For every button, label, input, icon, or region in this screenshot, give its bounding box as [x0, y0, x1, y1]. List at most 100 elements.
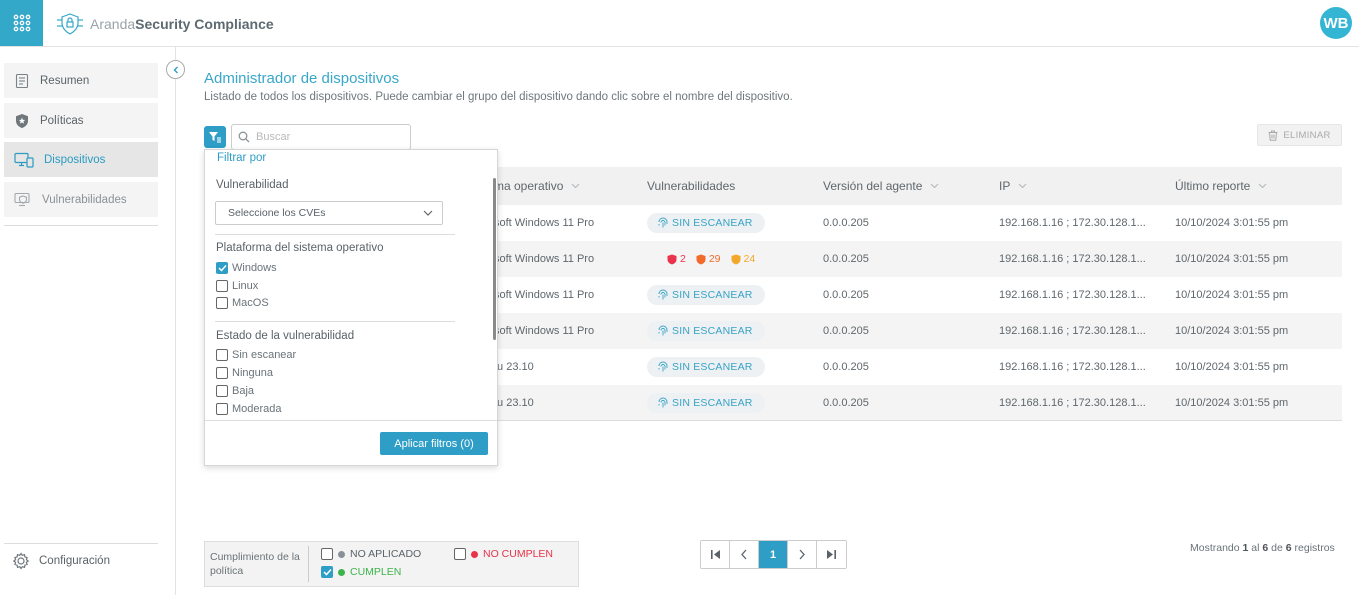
cve-select[interactable]: Seleccione los CVEs	[215, 201, 443, 225]
app-launcher-button[interactable]	[0, 0, 43, 46]
sidebar-item-vulnerabilidades[interactable]: Vulnerabilidades	[4, 182, 158, 217]
records-to: 6	[1262, 542, 1269, 554]
legend-no-cumplen[interactable]: NO CUMPLEN	[454, 548, 553, 560]
vuln-cell: SIN ESCANEAR	[647, 277, 765, 313]
checkbox[interactable]	[454, 548, 466, 560]
logo-icon	[57, 13, 83, 35]
agent-cell: 0.0.0.205	[823, 253, 869, 265]
column-header-last-report[interactable]: Último reporte	[1175, 167, 1267, 205]
config-divider	[4, 543, 158, 544]
platform-linux-checkbox[interactable]: Linux	[216, 280, 258, 292]
checkbox[interactable]	[216, 349, 228, 361]
status-dot	[471, 550, 478, 558]
report-cell: 10/10/2024 3:01:55 pm	[1175, 253, 1289, 265]
checkbox[interactable]	[216, 262, 228, 274]
trash-icon	[1268, 130, 1278, 141]
badge-label: SIN ESCANEAR	[672, 289, 753, 301]
fingerprint-icon	[658, 361, 668, 372]
pagination: 1	[700, 540, 847, 569]
delete-button[interactable]: ELIMINAR	[1257, 124, 1342, 146]
config-link[interactable]: Configuración	[12, 552, 110, 570]
legend-label: Cumplimiento de la política	[210, 551, 300, 577]
status-dot	[338, 550, 345, 558]
brand-logo: ArandaSecurity Compliance	[56, 11, 274, 37]
status-badge: SIN ESCANEAR	[647, 285, 765, 305]
agent-cell: 0.0.0.205	[823, 217, 869, 229]
apply-filters-button[interactable]: Aplicar filtros (0)	[380, 432, 488, 455]
checkbox-label: Baja	[232, 385, 255, 397]
state-ninguna-checkbox[interactable]: Ninguna	[216, 367, 273, 379]
report-cell: 10/10/2024 3:01:55 pm	[1175, 289, 1289, 301]
checkbox-label: Moderada	[232, 403, 282, 415]
checkbox-label: Windows	[232, 262, 277, 274]
legend-no-aplicado[interactable]: NO APLICADO	[321, 548, 421, 560]
collapse-sidebar-button[interactable]	[166, 60, 185, 79]
status-badge: SIN ESCANEAR	[647, 213, 765, 233]
section-divider	[215, 321, 455, 322]
state-moderada-checkbox[interactable]: Moderada	[216, 403, 282, 415]
column-header-vulnerabilidades: Vulnerabilidades	[647, 167, 735, 205]
os-cell: tu 23.10	[494, 361, 534, 373]
os-cell: soft Windows 11 Pro	[494, 253, 595, 265]
legend-cumplen[interactable]: CUMPLEN	[321, 566, 401, 578]
search-input[interactable]	[256, 131, 396, 143]
high-value: 29	[708, 253, 721, 265]
platform-macos-checkbox[interactable]: MacOS	[216, 297, 269, 309]
brand-name-bold: Security Compliance	[135, 16, 274, 32]
agent-cell: 0.0.0.205	[823, 325, 869, 337]
brand-name-light: Aranda	[90, 16, 136, 32]
checkbox[interactable]	[321, 548, 333, 560]
badge-label: SIN ESCANEAR	[672, 361, 753, 373]
checkbox[interactable]	[216, 367, 228, 379]
first-page-button[interactable]	[701, 541, 730, 568]
ip-cell: 192.168.1.16 ; 172.30.128.1...	[999, 397, 1146, 409]
sidebar-item-label: Resumen	[40, 74, 90, 87]
column-label: IP	[999, 179, 1011, 193]
column-header-agent-version[interactable]: Versión del agente	[823, 167, 939, 205]
ip-cell: 192.168.1.16 ; 172.30.128.1...	[999, 289, 1146, 301]
os-cell: tu 23.10	[494, 397, 534, 409]
ip-cell: 192.168.1.16 ; 172.30.128.1...	[999, 253, 1146, 265]
checkbox[interactable]	[216, 297, 228, 309]
sidebar-item-dispositivos[interactable]: Dispositivos	[4, 142, 158, 177]
filter-scrollbar[interactable]	[493, 178, 496, 340]
filter-title: Filtrar por	[217, 152, 267, 164]
badge-label: SIN ESCANEAR	[672, 397, 753, 409]
sidebar-item-resumen[interactable]: Resumen	[4, 63, 158, 98]
fingerprint-icon	[658, 289, 668, 300]
state-section-title: Estado de la vulnerabilidad	[216, 330, 355, 342]
high-count: 29	[696, 253, 721, 265]
state-baja-checkbox[interactable]: Baja	[216, 385, 254, 397]
checkbox[interactable]	[216, 385, 228, 397]
column-header-os[interactable]: ma operativo	[494, 167, 580, 205]
agent-cell: 0.0.0.205	[823, 289, 869, 301]
badge-label: SIN ESCANEAR	[672, 325, 753, 337]
checkbox[interactable]	[216, 280, 228, 292]
column-header-ip[interactable]: IP	[999, 167, 1027, 205]
user-avatar[interactable]: WB	[1320, 7, 1352, 39]
os-cell: soft Windows 11 Pro	[494, 325, 595, 337]
os-cell: soft Windows 11 Pro	[494, 217, 595, 229]
current-page-button[interactable]: 1	[759, 541, 788, 568]
report-cell: 10/10/2024 3:01:55 pm	[1175, 325, 1289, 337]
last-page-button[interactable]	[817, 541, 846, 568]
state-sin-escanear-checkbox[interactable]: Sin escanear	[216, 349, 296, 361]
next-page-button[interactable]	[788, 541, 817, 568]
checkbox[interactable]	[321, 566, 333, 578]
sidebar-item-politicas[interactable]: Políticas	[4, 103, 158, 138]
vuln-counts: 2 29 24	[667, 253, 755, 265]
shield-high-icon	[696, 254, 706, 264]
filter-button[interactable]	[204, 126, 226, 148]
prev-page-button[interactable]	[730, 541, 759, 568]
checkbox[interactable]	[216, 403, 228, 415]
vuln-cell: 2 29 24	[667, 241, 755, 277]
records-total: 6	[1285, 542, 1292, 554]
records-summary: Mostrando 1 al 6 de 6 registros	[1190, 542, 1335, 554]
ip-cell: 192.168.1.16 ; 172.30.128.1...	[999, 361, 1146, 373]
status-dot	[338, 568, 345, 576]
platform-windows-checkbox[interactable]: Windows	[216, 262, 277, 274]
chevron-down-icon	[571, 183, 580, 189]
check-icon	[322, 568, 332, 576]
checkbox-label: Ninguna	[232, 367, 273, 379]
agent-cell: 0.0.0.205	[823, 361, 869, 373]
